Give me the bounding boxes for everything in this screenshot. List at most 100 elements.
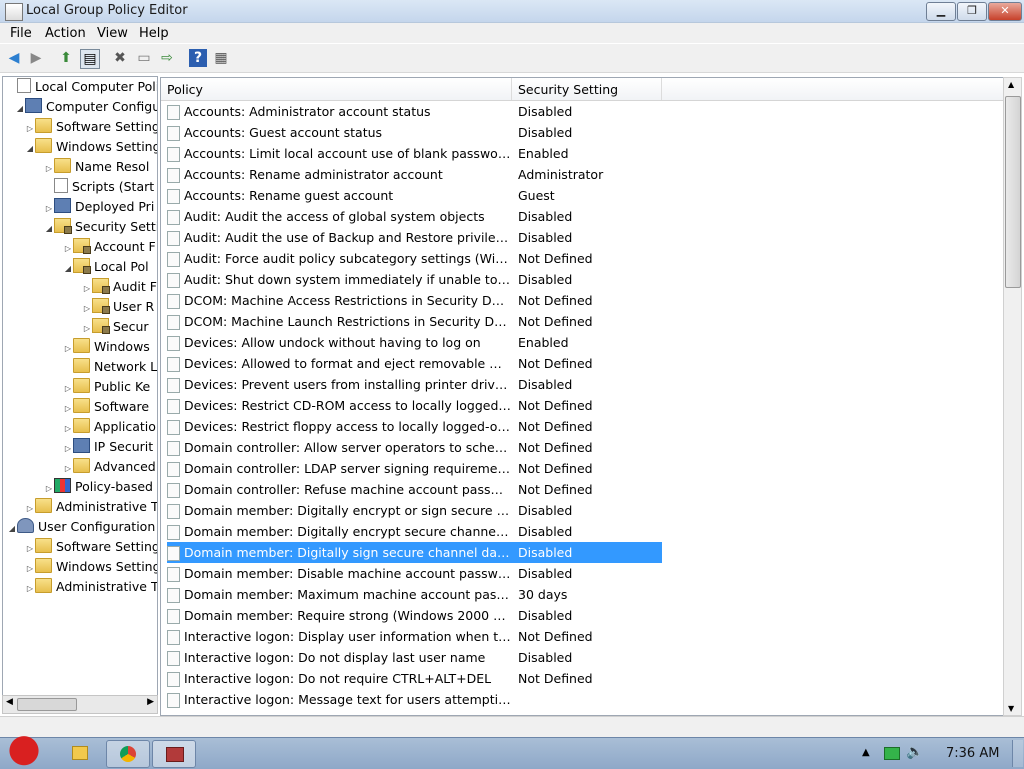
column-divider[interactable] — [511, 78, 512, 100]
group-policy-taskbar-icon[interactable] — [152, 740, 196, 768]
expand-arrow-icon[interactable]: ▷ — [63, 439, 73, 459]
tree-node[interactable]: ◢ Security Setti — [44, 217, 157, 239]
tree-node[interactable]: ◢ Local Pol — [63, 257, 149, 277]
table-row[interactable]: Audit: Audit the access of global system… — [167, 206, 662, 227]
table-row[interactable]: Accounts: Rename guest account Guest — [167, 185, 662, 206]
chrome-icon[interactable] — [106, 740, 150, 768]
expand-arrow-icon[interactable]: ▷ — [82, 319, 92, 339]
table-row[interactable]: Interactive logon: Display user informat… — [167, 626, 662, 647]
tree-node[interactable]: ▷ Software Setting — [25, 117, 157, 139]
expand-arrow-icon[interactable]: ▷ — [25, 119, 35, 139]
table-row[interactable]: Domain controller: Refuse machine accoun… — [167, 479, 662, 500]
collapse-arrow-icon[interactable]: ◢ — [15, 99, 25, 119]
export-list-icon[interactable]: ⇨ — [158, 49, 176, 67]
table-row[interactable]: Accounts: Limit local account use of bla… — [167, 143, 662, 164]
expand-arrow-icon[interactable]: ▷ — [44, 199, 54, 219]
tree-node[interactable]: ◢ Computer Configura — [15, 97, 157, 119]
console-tree[interactable]: Local Computer Policy ◢ Computer Configura… — [2, 76, 158, 696]
collapse-arrow-icon[interactable]: ◢ — [63, 259, 73, 279]
tree-node[interactable]: ▷ Account F — [63, 237, 156, 257]
table-row[interactable]: Domain member: Disable machine account p… — [167, 563, 662, 584]
minimize-button[interactable]: ▁ — [926, 2, 956, 21]
menu-file[interactable]: File — [10, 26, 32, 41]
up-folder-icon[interactable]: ⬆ — [57, 49, 75, 67]
collapse-arrow-icon[interactable]: ◢ — [7, 519, 17, 539]
clock[interactable]: 7:36 AM — [946, 746, 999, 761]
show-desktop-button[interactable] — [1012, 740, 1023, 767]
battery-icon[interactable] — [884, 747, 900, 760]
delete-icon[interactable]: ✖ — [111, 49, 129, 67]
table-row[interactable]: Domain member: Require strong (Windows 2… — [167, 605, 662, 626]
expand-arrow-icon[interactable]: ▷ — [63, 459, 73, 479]
expand-arrow-icon[interactable]: ▷ — [63, 239, 73, 259]
scroll-thumb[interactable] — [1005, 96, 1021, 288]
column-header-policy[interactable]: Policy — [167, 82, 203, 97]
table-row[interactable]: Audit: Audit the use of Backup and Resto… — [167, 227, 662, 248]
start-button-bird-icon[interactable] — [6, 732, 42, 766]
table-row[interactable]: Domain controller: Allow server operator… — [167, 437, 662, 458]
tree-node[interactable]: Scripts (Start — [44, 177, 154, 197]
tree-node[interactable]: ▷ Deployed Pri — [44, 197, 154, 217]
expand-arrow-icon[interactable]: ▷ — [25, 539, 35, 559]
table-row[interactable]: Domain controller: LDAP server signing r… — [167, 458, 662, 479]
table-row[interactable]: Accounts: Administrator account status Di… — [167, 101, 662, 122]
tree-node[interactable]: ▷ Windows Setting — [25, 557, 157, 579]
tree-node[interactable]: ▷ Administrative Te — [25, 577, 157, 597]
menu-action[interactable]: Action — [45, 26, 86, 41]
expand-arrow-icon[interactable]: ▷ — [82, 299, 92, 319]
tree-node[interactable]: ▷ Policy-based — [44, 477, 153, 497]
expand-arrow-icon[interactable]: ▷ — [63, 419, 73, 439]
table-row[interactable]: Domain member: Maximum machine account p… — [167, 584, 662, 605]
table-row[interactable]: Domain member: Digitally encrypt or sign… — [167, 500, 662, 521]
table-row[interactable]: Accounts: Rename administrator account Ad… — [167, 164, 662, 185]
scroll-thumb[interactable] — [17, 698, 77, 711]
tree-node[interactable]: ▷ Public Ke — [63, 377, 150, 397]
scroll-left-icon[interactable]: ◀ — [6, 697, 13, 707]
table-row[interactable]: Devices: Allowed to format and eject rem… — [167, 353, 662, 374]
expand-arrow-icon[interactable]: ▷ — [25, 559, 35, 579]
expand-arrow-icon[interactable]: ▷ — [82, 279, 92, 299]
explorer-folder-icon[interactable] — [58, 740, 100, 766]
tree-node[interactable]: ▷ Software Setting — [25, 537, 157, 559]
help-icon[interactable]: ? — [189, 49, 207, 67]
table-row[interactable]: DCOM: Machine Access Restrictions in Sec… — [167, 290, 662, 311]
policy-list[interactable]: Policy ˄ Security Setting Accounts: Admi… — [160, 77, 1005, 716]
menu-view[interactable]: View — [97, 26, 128, 41]
back-arrow-icon[interactable]: ◀ — [5, 49, 23, 67]
tree-node[interactable]: Local Computer Policy — [7, 77, 157, 97]
table-row[interactable]: Devices: Restrict floppy access to local… — [167, 416, 662, 437]
tree-node[interactable]: ◢ Windows Setting — [25, 137, 157, 159]
properties-icon[interactable]: ▭ — [135, 49, 153, 67]
scroll-up-icon[interactable]: ▲ — [1008, 80, 1014, 89]
table-row[interactable]: Devices: Restrict CD-ROM access to local… — [167, 395, 662, 416]
tree-node[interactable]: ▷ Applicatio — [63, 417, 156, 437]
tree-node[interactable]: ▷ User R — [82, 297, 154, 317]
tree-node[interactable]: Network L — [63, 357, 157, 377]
show-hidden-icons-icon[interactable]: ▲ — [862, 747, 870, 758]
collapse-arrow-icon[interactable]: ◢ — [25, 139, 35, 159]
table-row[interactable]: Interactive logon: Do not require CTRL+A… — [167, 668, 662, 689]
table-row[interactable]: Audit: Force audit policy subcategory se… — [167, 248, 662, 269]
expand-arrow-icon[interactable]: ▷ — [63, 379, 73, 399]
table-row[interactable]: Accounts: Guest account status Disabled — [167, 122, 662, 143]
expand-arrow-icon[interactable]: ▷ — [44, 159, 54, 179]
table-row[interactable]: Interactive logon: Do not display last u… — [167, 647, 662, 668]
expand-arrow-icon[interactable]: ▷ — [63, 399, 73, 419]
table-row[interactable]: Domain member: Digitally sign secure cha… — [167, 542, 662, 563]
tree-node[interactable]: ▷ Audit F — [82, 277, 157, 297]
tree-node[interactable]: ▷ Advanced — [63, 457, 156, 477]
table-row[interactable]: Devices: Prevent users from installing p… — [167, 374, 662, 395]
tree-node[interactable]: ▷ Administrative Te — [25, 497, 157, 519]
list-vertical-scrollbar[interactable]: ▲ ▼ — [1003, 77, 1022, 716]
table-row[interactable]: Devices: Allow undock without having to … — [167, 332, 662, 353]
scroll-down-icon[interactable]: ▼ — [1008, 704, 1014, 713]
collapse-arrow-icon[interactable]: ◢ — [44, 219, 54, 239]
scroll-right-icon[interactable]: ▶ — [147, 697, 154, 707]
console-icon[interactable]: ▦ — [212, 49, 230, 67]
expand-arrow-icon[interactable]: ▷ — [63, 339, 73, 359]
table-row[interactable]: Audit: Shut down system immediately if u… — [167, 269, 662, 290]
column-divider[interactable] — [661, 78, 662, 100]
close-button[interactable]: ✕ — [988, 2, 1022, 21]
tree-horizontal-scrollbar[interactable]: ◀ ▶ — [2, 695, 158, 714]
expand-arrow-icon[interactable]: ▷ — [25, 499, 35, 519]
